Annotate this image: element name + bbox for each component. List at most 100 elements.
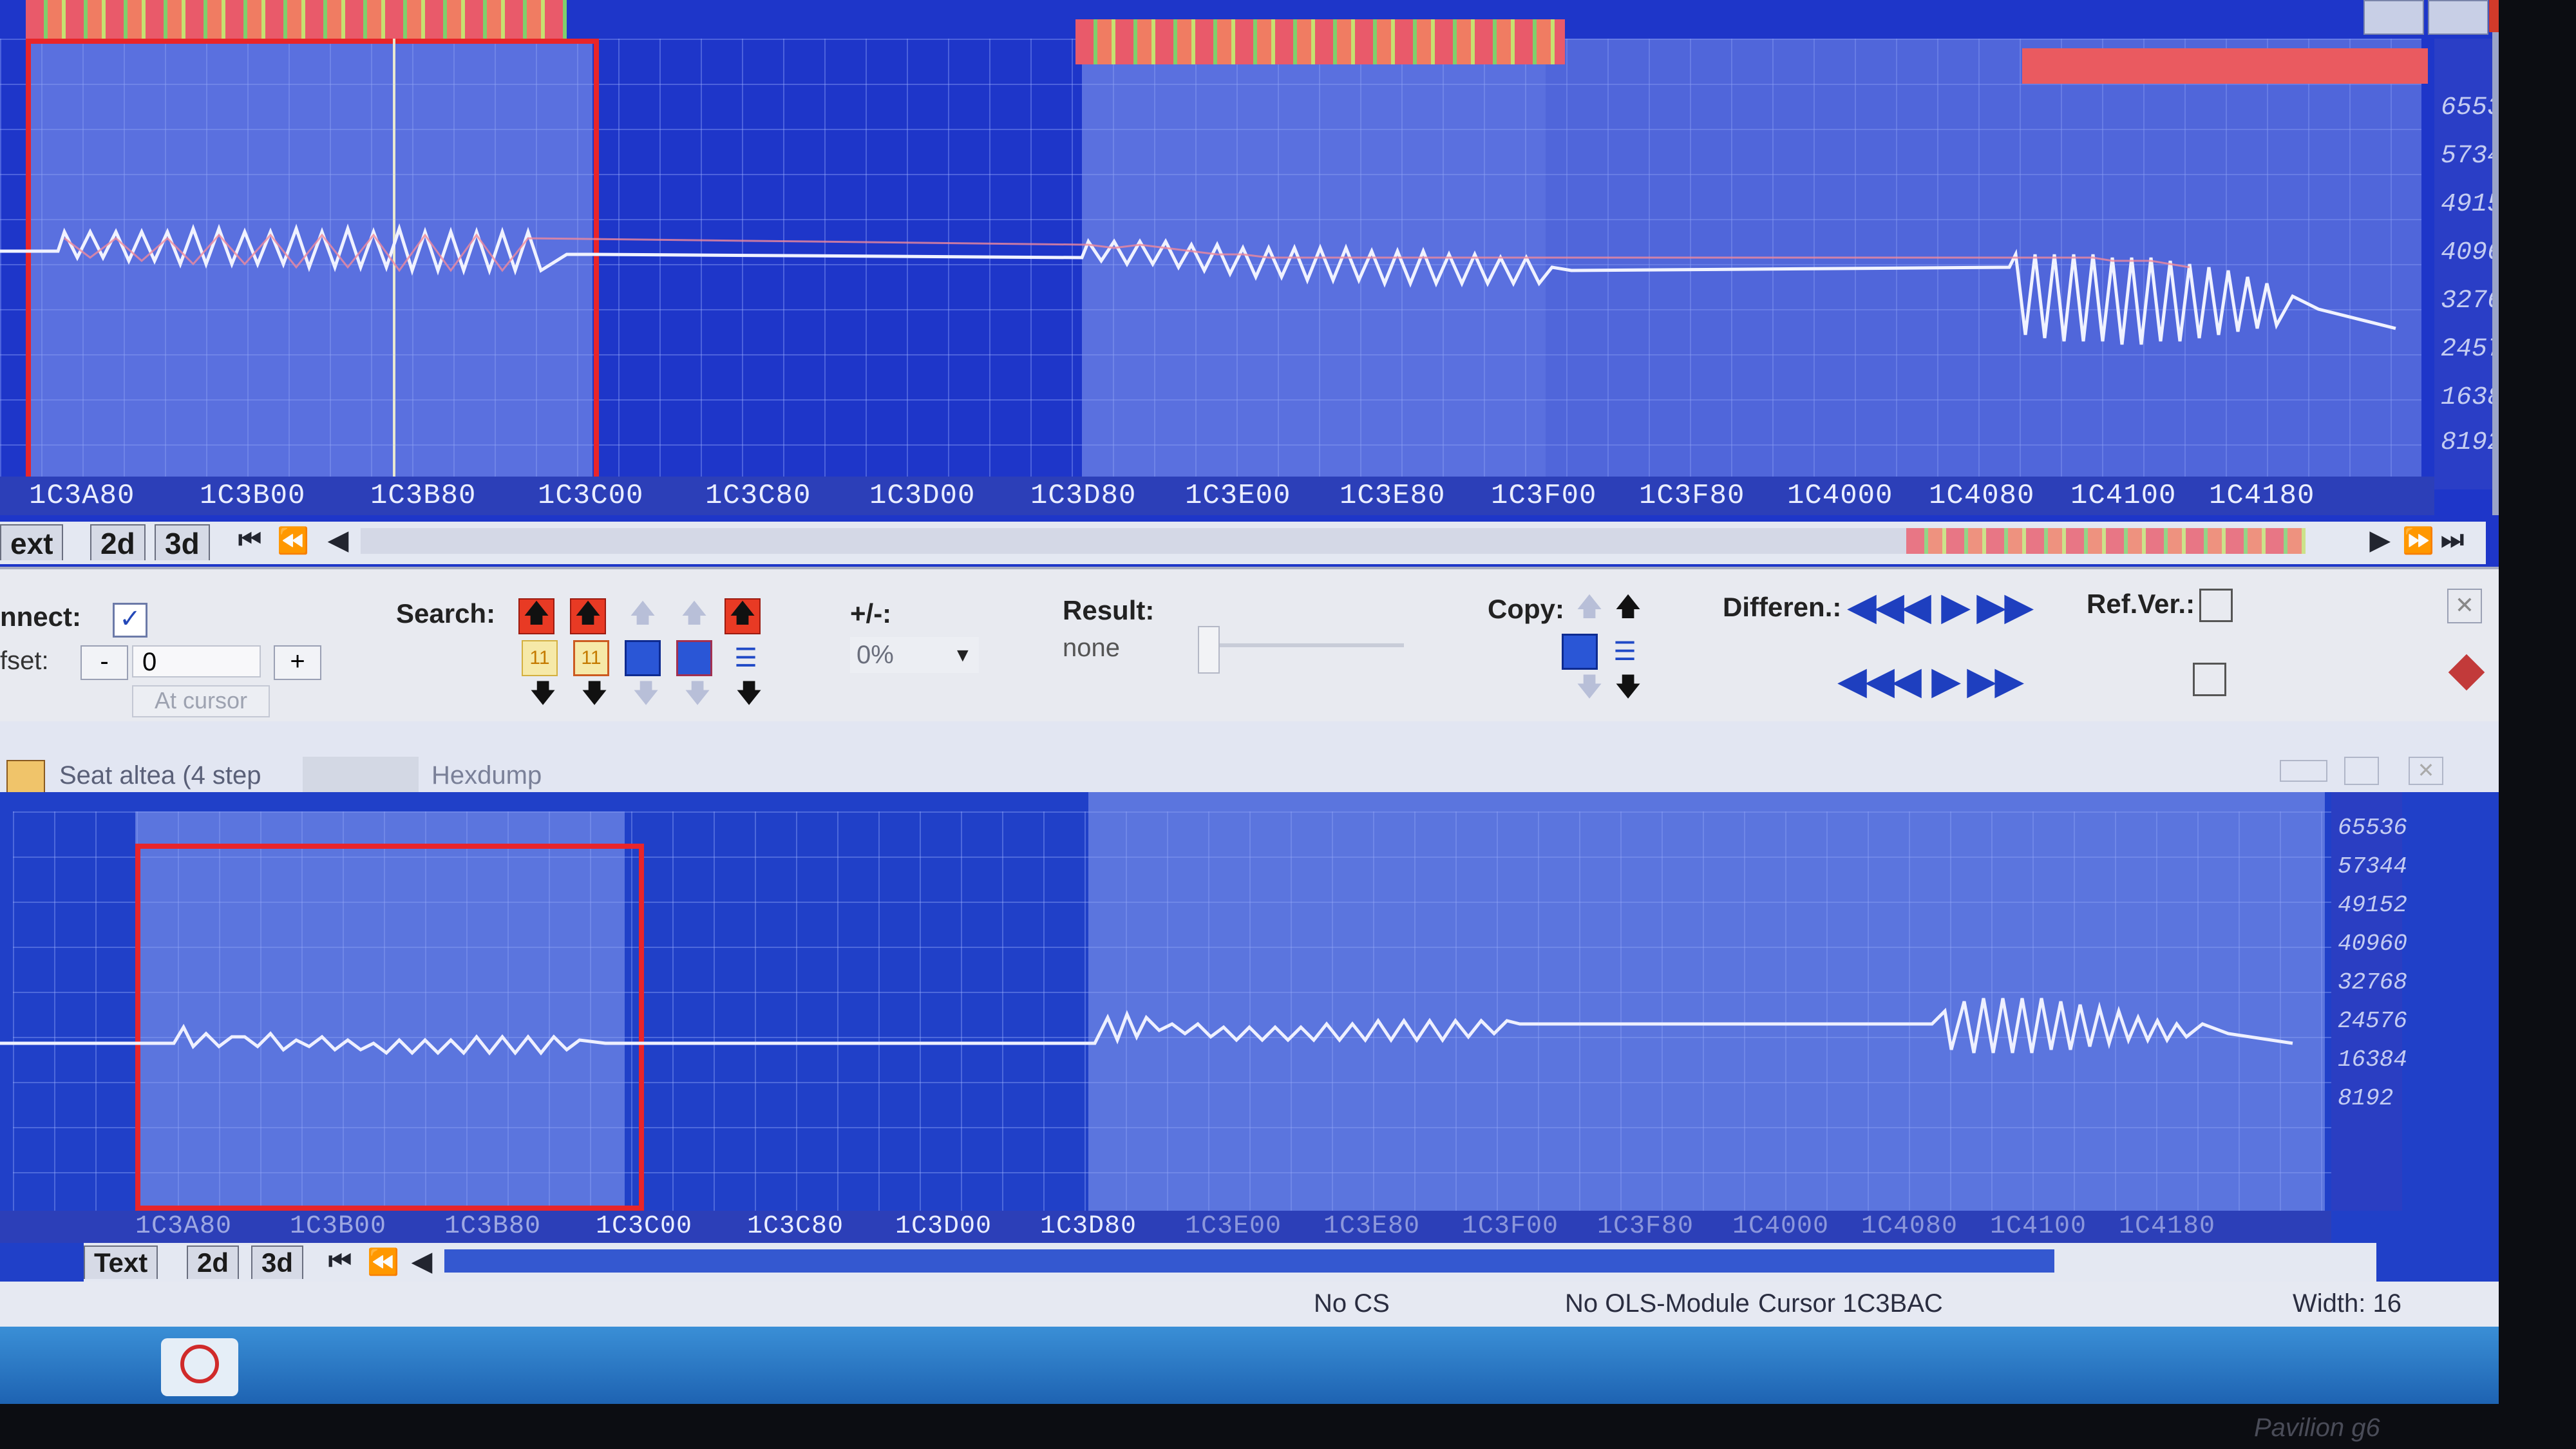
window-icon[interactable] [676,640,712,676]
diff-last-icon[interactable]: ▶▶ [1977,585,2032,628]
diff-first-icon[interactable]: ◀◀ [1848,585,1904,628]
search-down-icon[interactable]: 🡇 [576,679,612,715]
minimize-button[interactable] [2280,760,2327,782]
y-tick: 40960 [2338,931,2408,957]
x-tick: 1C3D00 [869,480,976,512]
plusminus-select[interactable]: 0% ▼ [850,637,979,673]
tab-text[interactable]: Text [84,1245,158,1279]
last-icon[interactable]: ⏭ [2441,526,2464,554]
horizontal-scroll-track[interactable] [444,1249,2054,1273]
y-tick: 16384 [2338,1046,2408,1073]
tab-2d[interactable]: 2d [187,1245,240,1279]
x-tick: 1C4000 [1787,480,1893,512]
search-down-disabled-icon[interactable]: 🡇 [628,679,664,715]
connect-label: nnect: [0,601,81,632]
search-down-icon[interactable]: 🡇 [731,679,767,715]
x-tick: 1C3F00 [1491,480,1597,512]
y-tick: 49152 [2441,190,2499,219]
horizontal-scroll-track[interactable] [361,528,1906,554]
maximize-button[interactable] [2428,0,2488,35]
maximize-button[interactable] [2344,757,2379,785]
x-tick: 1C4180 [2119,1212,2216,1241]
x-tick: 1C3A80 [29,480,135,512]
width-status: Width: 16 [2293,1289,2401,1318]
list-icon[interactable]: ☰ [728,640,764,676]
window-icon[interactable] [625,640,661,676]
next-icon[interactable]: ▶ [2370,526,2390,555]
x-tick: 1C3E00 [1185,480,1291,512]
x-tick: 1C3B00 [200,480,306,512]
diff-last-icon[interactable]: ▶▶ [1967,659,2023,702]
result-slider-thumb[interactable] [1198,626,1220,674]
window-icon[interactable] [1562,634,1598,670]
diff-next-icon[interactable]: ▶ [1942,585,1969,628]
hexdump-tab[interactable]: Hexdump [431,761,542,790]
at-cursor-button[interactable]: At cursor [132,685,270,717]
waveform-top [0,223,2396,345]
taskbar-app-icon[interactable] [161,1338,238,1396]
connect-checkbox[interactable]: ✓ [113,603,147,638]
top-tabbar: ext 2d 3d ⏮ ⏪ ◀ ▶ ⏩ ⏭ [0,522,2486,564]
tray-icons[interactable] [1803,1346,2254,1378]
x-tick: 1C3B00 [290,1212,387,1241]
search-value-a[interactable]: 11 [522,640,558,676]
diff-prev-icon[interactable]: ◀ [1893,659,1921,702]
search-up-icon[interactable]: 🡅 [570,598,606,634]
copy-up-icon[interactable]: 🡅 [1610,592,1646,628]
search-up-icon[interactable]: 🡅 [518,598,554,634]
rewind-icon[interactable]: ⏪ [367,1247,399,1277]
y-tick: 8192 [2338,1085,2394,1112]
first-icon[interactable]: ⏮ [238,526,261,554]
top-graph-pane[interactable]: 65536 57344 49152 40960 32768 24576 1638… [0,0,2499,567]
taskbar [0,1327,2499,1404]
bezel-right [2499,0,2576,1449]
offset-input[interactable]: 0 [132,645,261,677]
search-up-icon[interactable]: 🡅 [724,598,761,634]
tab-text[interactable]: ext [0,524,64,560]
diff-prev-icon[interactable]: ◀ [1903,585,1931,628]
offset-minus-button[interactable]: - [80,645,128,680]
copy-down-disabled-icon[interactable]: 🡇 [1571,672,1607,708]
search-down-icon[interactable]: 🡇 [525,679,561,715]
y-tick: 32768 [2441,287,2499,316]
vertical-scrollbar[interactable] [2492,0,2499,515]
chevron-down-icon: ▼ [953,645,972,666]
eraser-icon[interactable] [2448,654,2485,691]
prev-icon[interactable]: ◀ [412,1247,432,1276]
copy-label: Copy: [1488,594,1564,624]
close-icon[interactable]: ✕ [2447,589,2482,623]
status-bar: No CS No OLS-Module Cursor 1C3BAC Width:… [0,1282,2499,1327]
bottom-tabbar: Text 2d 3d ⏮ ⏪ ◀ [84,1243,2376,1282]
fast-forward-icon[interactable]: ⏩ [2402,526,2434,556]
list-icon[interactable]: ☰ [1607,634,1643,670]
prev-icon[interactable]: ◀ [328,526,348,555]
close-button[interactable] [2489,0,2499,32]
diff-first-icon[interactable]: ◀◀ [1839,659,1894,702]
tab-2d[interactable]: 2d [90,524,146,560]
copy-down-icon[interactable]: 🡇 [1610,672,1646,708]
result-label: Result: [1063,595,1155,625]
first-icon[interactable]: ⏮ [328,1247,352,1276]
x-tick: 1C4100 [2070,480,2177,512]
x-tick: 1C4080 [1929,480,2035,512]
diff-next-icon[interactable]: ▶ [1932,659,1960,702]
search-up-disabled-icon[interactable]: 🡅 [625,598,661,634]
refver-icon[interactable] [2193,663,2226,696]
refver-icon[interactable] [2199,589,2233,622]
bottom-graph-pane[interactable]: 65536 57344 49152 40960 32768 24576 1638… [0,792,2499,1282]
plusminus-value: 0% [857,641,894,669]
tab-3d[interactable]: 3d [251,1245,304,1279]
copy-up-disabled-icon[interactable]: 🡅 [1571,592,1607,628]
rewind-icon[interactable]: ⏪ [277,526,309,556]
search-up-disabled-icon[interactable]: 🡅 [676,598,712,634]
infinity-icon [180,1345,219,1383]
offset-plus-button[interactable]: + [274,645,321,680]
x-tick: 1C3C00 [596,1212,693,1241]
minimize-button[interactable] [2363,0,2424,35]
search-value-b[interactable]: 11 [573,640,609,676]
y-tick: 40960 [2441,238,2499,267]
tab-3d[interactable]: 3d [155,524,210,560]
result-slider-track[interactable] [1198,643,1404,647]
search-down-disabled-icon[interactable]: 🡇 [679,679,715,715]
close-icon[interactable]: ✕ [2409,757,2443,785]
